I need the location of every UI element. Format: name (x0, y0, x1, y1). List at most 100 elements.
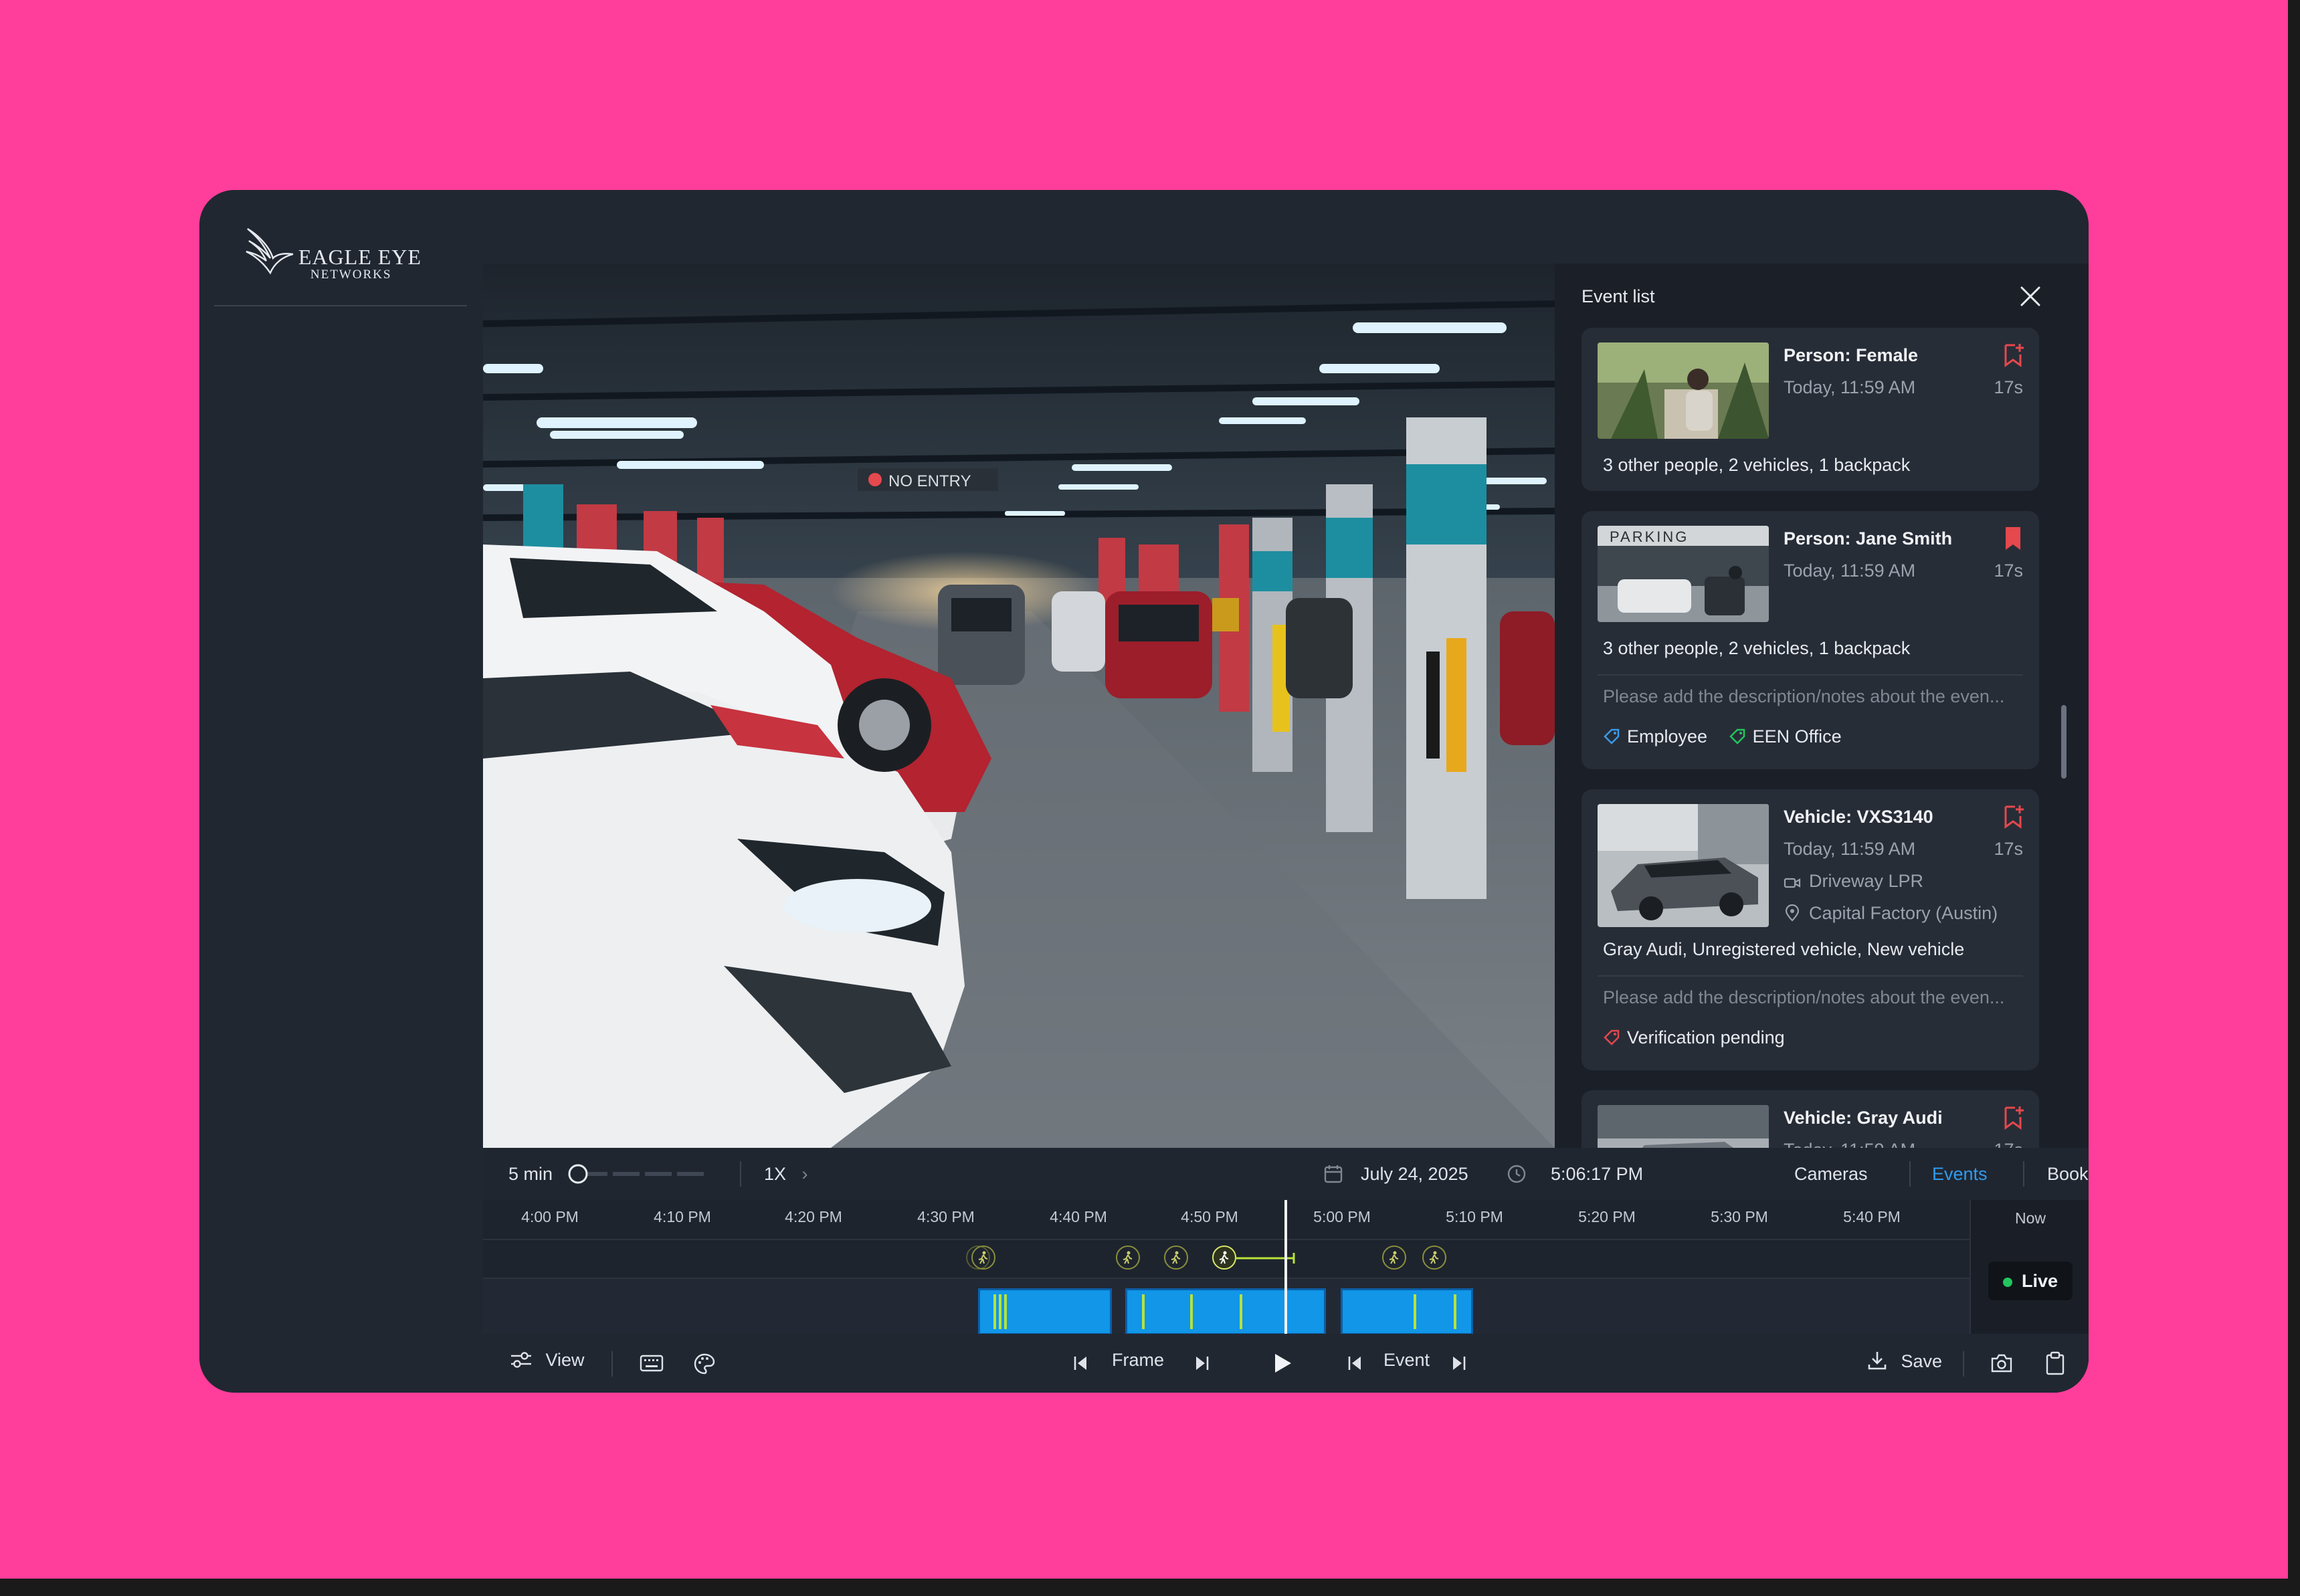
toolbar-divider (2023, 1161, 2024, 1187)
backdrop: EAGLE EYE NETWORKS NO ENTRY Event list P… (0, 0, 2288, 1579)
bookmark-add-icon[interactable] (2002, 804, 2024, 829)
speed-selector[interactable]: 1X › (764, 1164, 808, 1185)
event-list-title: Event list (1582, 286, 1655, 306)
event-summary: Gray Audi, Unregistered vehicle, New veh… (1603, 939, 1965, 959)
event-mark (1414, 1294, 1416, 1329)
frame-label: Frame (1112, 1350, 1165, 1370)
tick-label: 4:50 PM (1181, 1208, 1238, 1225)
event-thumbnail (1598, 1105, 1769, 1148)
event-title: Vehicle: VXS3140 (1784, 807, 1933, 827)
play-icon[interactable] (1270, 1351, 1294, 1375)
tag-icon (1729, 728, 1745, 744)
calendar-icon[interactable] (1323, 1164, 1343, 1184)
view-button[interactable]: View (510, 1350, 585, 1371)
event-camera: Driveway LPR (1784, 871, 1923, 892)
date-display[interactable]: July 24, 2025 (1361, 1164, 1468, 1185)
close-icon[interactable] (2016, 282, 2044, 310)
event-summary: 3 other people, 2 vehicles, 1 backpack (1603, 455, 1911, 475)
bookmark-filled-icon[interactable] (2002, 526, 2024, 551)
event-mark (993, 1294, 996, 1329)
palette-icon[interactable] (693, 1353, 716, 1375)
tag-employee[interactable]: Employee (1603, 726, 1707, 747)
previous-frame-icon[interactable] (1072, 1354, 1090, 1373)
event-mark (1454, 1294, 1456, 1329)
playback-toolbar: 5 min 1X › July 24, 2025 5:06:17 PM Came… (483, 1148, 2089, 1200)
timeline[interactable]: 4:00 PM 4:10 PM 4:20 PM 4:30 PM 4:40 PM … (483, 1200, 1970, 1335)
eagle-eye-logo: EAGLE EYE NETWORKS (244, 223, 421, 284)
live-button[interactable]: Live (1988, 1262, 2073, 1300)
time-display[interactable]: 5:06:17 PM (1551, 1164, 1643, 1185)
motion-event-icon[interactable] (1164, 1245, 1188, 1270)
motion-event-icon[interactable] (966, 1245, 990, 1270)
app-window: EAGLE EYE NETWORKS NO ENTRY Event list P… (199, 190, 2089, 1393)
recording-track[interactable] (483, 1279, 1970, 1335)
tag-een-office[interactable]: EEN Office (1729, 726, 1842, 747)
tab-cameras[interactable]: Cameras (1794, 1164, 1868, 1185)
recording-segment[interactable] (1341, 1288, 1473, 1335)
toolbar-divider (740, 1161, 741, 1187)
motion-event-icon-selected[interactable] (1212, 1245, 1236, 1270)
event-duration-bracket (1236, 1253, 1295, 1264)
event-label: Event (1383, 1350, 1430, 1370)
bookmark-add-icon[interactable] (2002, 342, 2024, 368)
location-pin-icon (1785, 904, 1800, 922)
bookmark-add-icon[interactable] (2002, 1105, 2024, 1130)
notes-input[interactable]: Please add the description/notes about t… (1603, 987, 2004, 1008)
event-duration: 17s (1994, 561, 2023, 581)
event-card[interactable]: Vehicle: Gray Audi Today, 11:59 AM 17s (1582, 1090, 2039, 1148)
video-player[interactable]: NO ENTRY (483, 264, 1555, 1148)
recording-segment[interactable] (1125, 1288, 1326, 1335)
tick-label: 4:20 PM (785, 1208, 842, 1225)
snapshot-camera-icon[interactable] (1990, 1353, 2014, 1374)
next-frame-icon[interactable] (1192, 1354, 1211, 1373)
motion-event-icon[interactable] (1422, 1245, 1446, 1270)
event-mark (1190, 1294, 1193, 1329)
zoom-label: 5 min (508, 1164, 553, 1184)
tick-label: 4:00 PM (521, 1208, 579, 1225)
notes-input[interactable]: Please add the description/notes about t… (1603, 686, 2004, 707)
tab-events[interactable]: Events (1932, 1164, 1988, 1185)
save-button[interactable]: Save (1866, 1350, 1942, 1372)
event-title: Vehicle: Gray Audi (1784, 1108, 1943, 1128)
camera-icon (1784, 878, 1801, 888)
toolbar-divider (1909, 1161, 1911, 1187)
event-title: Person: Jane Smith (1784, 528, 1953, 548)
playhead[interactable] (1284, 1200, 1287, 1334)
logo-subtitle: NETWORKS (310, 268, 392, 282)
recording-segment[interactable] (978, 1288, 1112, 1335)
parking-garage-image: NO ENTRY (483, 264, 1555, 1148)
now-label: Now (2014, 1209, 2046, 1227)
next-event-icon[interactable] (1449, 1354, 1468, 1373)
tab-bookmarks[interactable]: Bookmarks (2047, 1164, 2089, 1185)
event-thumbnail (1598, 804, 1769, 927)
event-time: Today, 11:59 AM (1784, 1140, 1915, 1148)
event-list-panel: Event list Person: Female Today, 11:59 A… (1555, 264, 2089, 1148)
event-thumbnail: PARKING (1598, 526, 1769, 622)
zoom-slider[interactable] (567, 1163, 708, 1185)
tick-label: 4:40 PM (1050, 1208, 1107, 1225)
event-location: Capital Factory (Austin) (1784, 903, 1998, 924)
event-duration: 17s (1994, 839, 2023, 859)
tick-label: 5:10 PM (1446, 1208, 1503, 1225)
motion-event-icon[interactable] (1382, 1245, 1406, 1270)
event-duration: 17s (1994, 1140, 2023, 1148)
main-area: NO ENTRY Event list Person: Female Today… (483, 264, 2089, 1393)
event-card[interactable]: PARKING Person: Jane Smith Today, 11:59 … (1582, 511, 2039, 769)
clock-icon[interactable] (1507, 1164, 1527, 1184)
keyboard-icon[interactable] (640, 1354, 664, 1373)
event-time: Today, 11:59 AM (1784, 377, 1916, 397)
clipboard-icon[interactable] (2044, 1351, 2066, 1375)
motion-event-icon[interactable] (1116, 1245, 1140, 1270)
event-card[interactable]: Vehicle: VXS3140 Today, 11:59 AM 17s Dri… (1582, 789, 2039, 1070)
event-list-scrollbar[interactable] (2061, 705, 2067, 779)
event-time: Today, 11:59 AM (1784, 839, 1916, 859)
event-card[interactable]: Person: Female Today, 11:59 AM 17s 3 oth… (1582, 328, 2039, 491)
event-time: Today, 11:59 AM (1784, 561, 1916, 581)
card-divider (1598, 674, 2023, 676)
tag-list: Verification pending (1603, 1027, 1801, 1048)
tick-label: 5:30 PM (1711, 1208, 1768, 1225)
tag-verification-pending[interactable]: Verification pending (1603, 1027, 1785, 1048)
tag-icon (1604, 728, 1620, 744)
sliders-icon (511, 1352, 531, 1368)
previous-event-icon[interactable] (1346, 1354, 1365, 1373)
